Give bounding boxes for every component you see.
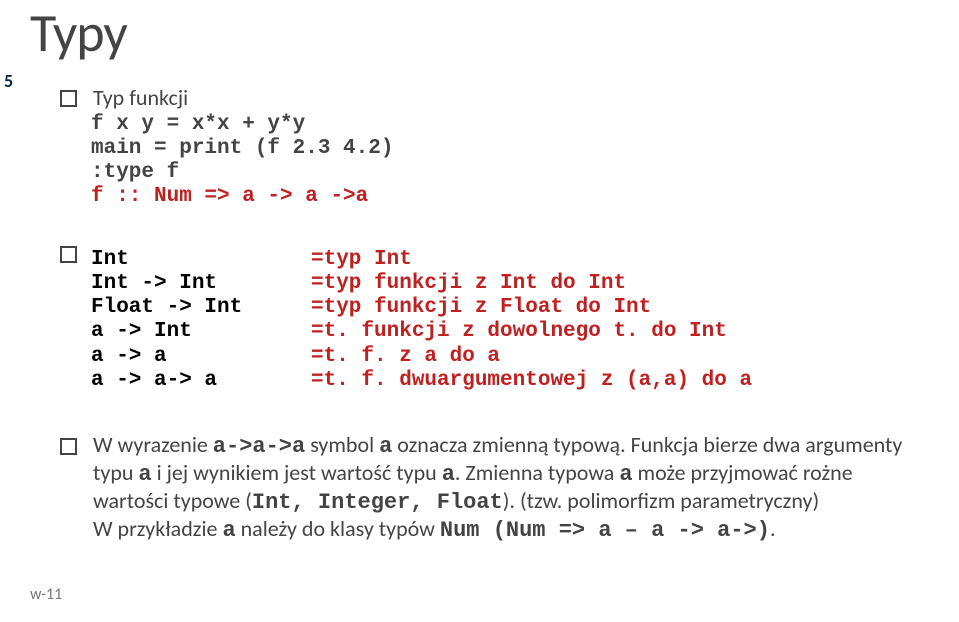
table-row: Float -> Int =typ funkcji z Float do Int (91, 296, 752, 320)
table-row: Int -> Int =typ funkcji z Int do Int (91, 272, 752, 296)
code-block-1: Typ funkcji f x y = x*x + y*y main = pri… (60, 84, 393, 210)
type-left: a -> a (91, 345, 311, 369)
table-row: a -> a =t. f. z a do a (91, 345, 752, 369)
type-right: =t. f. z a do a (311, 345, 500, 369)
type-left: Float -> Int (91, 296, 311, 320)
type-left: a -> Int (91, 320, 311, 344)
type-left: Int (91, 248, 311, 272)
type-table: Int =typ Int Int -> Int =typ funkcji z I… (60, 240, 752, 393)
type-right: =t. funkcji z dowolnego t. do Int (311, 320, 727, 344)
footer-label: w-11 (30, 585, 62, 604)
table-row: a -> a-> a =t. f. dwuargumentowej z (a,a… (91, 369, 752, 393)
code-line: f x y = x*x + y*y (91, 113, 393, 137)
slide-number: 5 (4, 70, 13, 92)
code-line: :type f (91, 161, 393, 185)
bullet-icon (60, 438, 77, 455)
type-right: =typ Int (311, 248, 412, 272)
description-block: W wyrazenie a->a->a symbol a oznacza zmi… (60, 432, 909, 546)
slide-title: Typy (30, 0, 127, 66)
type-left: Int -> Int (91, 272, 311, 296)
type-right: =typ funkcji z Int do Int (311, 272, 626, 296)
bullet-heading: Typ funkcji (93, 84, 188, 111)
table-row: Int =typ Int (91, 248, 752, 272)
type-left: a -> a-> a (91, 369, 311, 393)
description-paragraph: W wyrazenie a->a->a symbol a oznacza zmi… (93, 432, 909, 544)
code-line-result: f :: Num => a -> a ->a (91, 185, 393, 209)
type-right: =typ funkcji z Float do Int (311, 296, 651, 320)
bullet-icon (60, 246, 77, 263)
code-line: main = print (f 2.3 4.2) (91, 137, 393, 161)
table-row: a -> Int =t. funkcji z dowolnego t. do I… (91, 320, 752, 344)
type-right: =t. f. dwuargumentowej z (a,a) do a (311, 369, 752, 393)
bullet-icon (60, 90, 77, 107)
